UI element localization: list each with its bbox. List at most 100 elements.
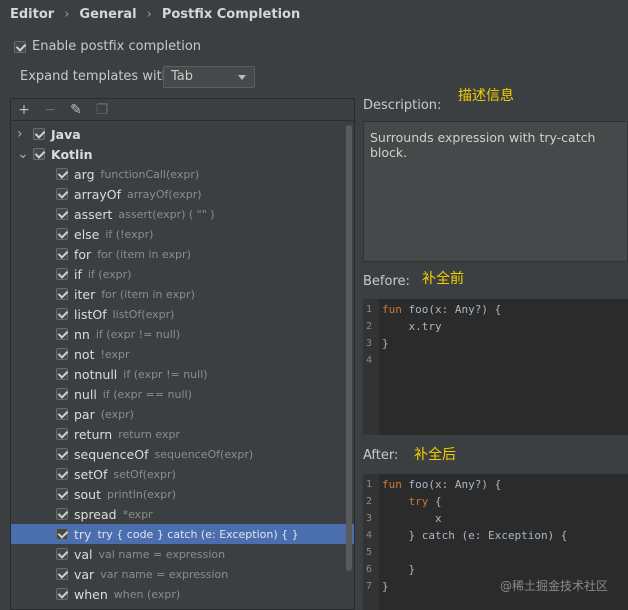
copy-icon[interactable]: ❐ [95,102,109,118]
code-text: try { [382,495,442,508]
checkbox-checked-icon[interactable] [56,468,68,480]
code-rest: foo(x: Any?) { [401,478,502,491]
template-row-par[interactable]: par (expr) [11,404,354,424]
template-example: if (expr != null) [123,367,208,381]
breadcrumb-general[interactable]: General [79,7,136,22]
checkbox-checked-icon[interactable] [14,40,26,53]
code-text: x [382,512,442,525]
before-label: Before: [363,274,410,289]
remove-icon[interactable]: − [43,102,57,118]
template-row-sequenceOf[interactable]: sequenceOf sequenceOf(expr) [11,444,354,464]
checkbox-checked-icon[interactable] [56,588,68,600]
breadcrumb-editor[interactable]: Editor [10,7,54,22]
checkbox-checked-icon[interactable] [56,488,68,500]
checkbox-checked-icon[interactable] [56,188,68,200]
template-row-var[interactable]: var var name = expression [11,564,354,584]
template-row-notnull[interactable]: notnull if (expr != null) [11,364,354,384]
code-line: 7} [363,578,389,595]
checkbox-checked-icon[interactable] [56,268,68,280]
checkbox-checked-icon[interactable] [56,388,68,400]
template-example: val name = expression [98,547,226,561]
code-line: 2 try { [363,493,442,510]
checkbox-checked-icon[interactable] [56,228,68,240]
template-key: try [74,526,92,542]
code-keyword: fun [382,303,402,316]
template-row-nn[interactable]: nn if (expr != null) [11,324,354,344]
checkbox-checked-icon[interactable] [56,208,68,220]
line-number: 1 [366,304,373,315]
checkbox-checked-icon[interactable] [56,168,68,180]
enable-postfix-label: Enable postfix completion [32,39,202,54]
before-annotation: 补全前 [422,271,464,287]
checkbox-checked-icon[interactable] [56,448,68,460]
tree-scrollbar[interactable] [346,125,352,571]
template-key: sequenceOf [74,446,149,462]
template-row-else[interactable]: else if (!expr) [11,224,354,244]
template-row-arg[interactable]: arg functionCall(expr) [11,164,354,184]
template-row-return[interactable]: return return expr [11,424,354,444]
template-key: when [74,586,108,602]
checkbox-checked-icon[interactable] [56,508,68,520]
template-row-try[interactable]: try try { code } catch (e: Exception) { } [11,524,354,544]
template-row-val[interactable]: val val name = expression [11,544,354,564]
expand-templates-value: Tab [171,69,194,84]
template-example: arrayOf(expr) [127,187,202,201]
template-example: var name = expression [100,567,229,581]
template-row-not[interactable]: not !expr [11,344,354,364]
checkbox-checked-icon[interactable] [56,348,68,360]
code-line: 3} [363,335,389,352]
enable-postfix-checkbox[interactable]: Enable postfix completion [14,39,201,54]
chevron-right-icon: › [146,6,152,22]
template-key: iter [74,286,96,302]
template-row-for[interactable]: for for (item in expr) [11,244,354,264]
breadcrumb: Editor › General › Postfix Completion [10,5,300,23]
template-example: setOf(expr) [113,467,176,481]
template-row-sout[interactable]: sout println(expr) [11,484,354,504]
checkbox-checked-icon[interactable] [56,528,68,540]
code-text: } [382,563,415,576]
checkbox-checked-icon[interactable] [56,548,68,560]
checkbox-checked-icon[interactable] [56,328,68,340]
checkbox-checked-icon[interactable] [56,308,68,320]
template-row-when[interactable]: when when (expr) [11,584,354,604]
chevron-right-icon[interactable]: › [17,126,27,142]
after-label: After: [363,448,399,463]
template-row-spread[interactable]: spread *expr [11,504,354,524]
checkbox-checked-icon[interactable] [56,288,68,300]
code-text: } catch (e: Exception) { [382,529,567,542]
template-row-iter[interactable]: iter for (item in expr) [11,284,354,304]
template-row-arrayOf[interactable]: arrayOf arrayOf(expr) [11,184,354,204]
code-rest: } [382,337,389,350]
template-row-listOf[interactable]: listOf listOf(expr) [11,304,354,324]
template-key: par [74,406,95,422]
line-number: 4 [366,355,373,366]
description-text: Surrounds expression with try-catch bloc… [370,130,596,160]
checkbox-checked-icon[interactable] [56,248,68,260]
code-rest: } [382,563,416,576]
template-row-setOf[interactable]: setOf setOf(expr) [11,464,354,484]
code-rest: foo(x: Any?) { [401,303,502,316]
checkbox-checked-icon[interactable] [33,128,45,140]
template-row-if[interactable]: if if (expr) [11,264,354,284]
checkbox-checked-icon[interactable] [56,368,68,380]
code-rest: { [428,495,442,508]
template-key: sout [74,486,101,502]
checkbox-checked-icon[interactable] [33,148,45,160]
template-key: assert [74,206,113,222]
template-key: for [74,246,92,262]
checkbox-checked-icon[interactable] [56,408,68,420]
line-number: 3 [366,338,373,349]
add-icon[interactable]: + [17,102,31,118]
expand-templates-label: Expand templates with [20,69,170,84]
tree-group-kotlin[interactable]: ⌄ Kotlin [17,144,347,164]
checkbox-checked-icon[interactable] [56,428,68,440]
tree-group-java[interactable]: › Java [17,124,347,144]
checkbox-checked-icon[interactable] [56,568,68,580]
template-row-null[interactable]: null if (expr == null) [11,384,354,404]
description-annotation: 描述信息 [458,88,514,104]
expand-templates-select[interactable]: Tab [163,66,255,88]
edit-pencil-icon[interactable]: ✎ [69,102,83,118]
template-row-assert[interactable]: assert assert(expr) ( "" ) [11,204,354,224]
chevron-down-icon[interactable]: ⌄ [17,146,29,162]
